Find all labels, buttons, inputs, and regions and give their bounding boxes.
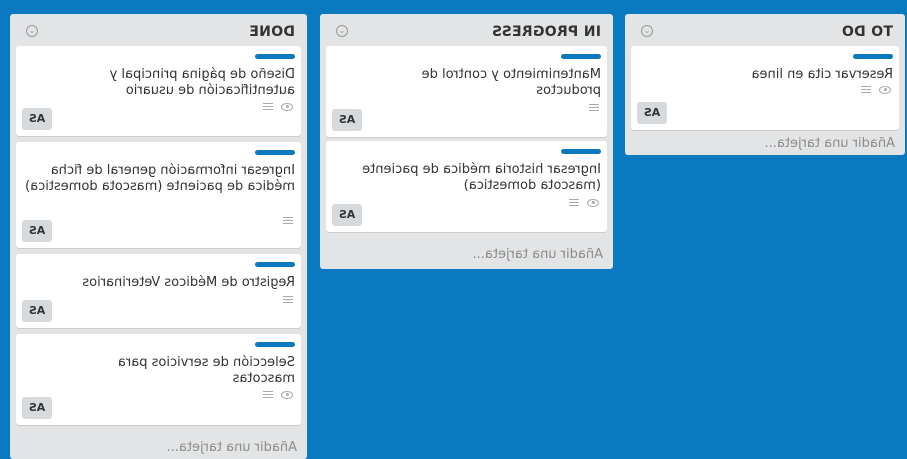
card-historia-medica[interactable]: Ingresar historia médica de paciente (ma… bbox=[326, 141, 607, 232]
description-icon bbox=[283, 296, 293, 304]
chevron-down-icon[interactable]: ⌄ bbox=[336, 25, 348, 37]
card-title: Ingresar información general de ficha mé… bbox=[25, 163, 295, 194]
card-badges bbox=[589, 104, 599, 112]
add-card-button[interactable]: Añadir una tarjeta... bbox=[633, 136, 896, 151]
add-card-button[interactable]: Añadir una tarjeta... bbox=[328, 247, 604, 262]
avatar[interactable]: AS bbox=[22, 397, 52, 419]
watch-icon bbox=[587, 199, 599, 207]
card-badges bbox=[283, 217, 293, 225]
description-icon bbox=[263, 391, 273, 399]
list-title[interactable]: IN PROGRESS bbox=[492, 24, 601, 40]
list-title[interactable]: TO DO bbox=[842, 24, 893, 40]
avatar[interactable]: AS bbox=[332, 109, 362, 131]
watch-icon bbox=[281, 103, 293, 111]
list-todo: TO DO ⌄ Reservar cita en linea AS Añadir… bbox=[625, 14, 905, 155]
card-reservar-cita[interactable]: Reservar cita en linea AS bbox=[631, 46, 899, 130]
watch-icon bbox=[281, 391, 293, 399]
watch-icon bbox=[879, 86, 891, 94]
avatar[interactable]: AS bbox=[332, 204, 362, 226]
card-badges bbox=[283, 296, 293, 304]
list-done: DONE ⌄ Diseño de página principal y aute… bbox=[10, 14, 307, 459]
card-informacion-general[interactable]: Ingresar información general de ficha mé… bbox=[16, 142, 301, 248]
card-badges bbox=[861, 86, 891, 94]
card-label[interactable] bbox=[561, 149, 601, 154]
list-in-progress: IN PROGRESS ⌄ Mantenimiento y control de… bbox=[320, 14, 613, 269]
card-seleccion-servicios[interactable]: Selección de servicios para mascotas AS bbox=[16, 334, 301, 425]
card-title: Selección de servicios para mascotas bbox=[117, 355, 295, 386]
avatar[interactable]: AS bbox=[22, 300, 52, 322]
card-title: Ingresar historia médica de paciente (ma… bbox=[362, 162, 601, 193]
description-icon bbox=[861, 86, 871, 94]
chevron-down-icon[interactable]: ⌄ bbox=[641, 25, 653, 37]
board: TO DO ⌄ Reservar cita en linea AS Añadir… bbox=[0, 0, 907, 459]
add-card-button[interactable]: Añadir una tarjeta... bbox=[18, 440, 298, 455]
description-icon bbox=[283, 217, 293, 225]
avatar[interactable]: AS bbox=[637, 102, 667, 124]
card-label[interactable] bbox=[561, 54, 601, 59]
avatar[interactable]: AS bbox=[22, 108, 52, 130]
chevron-down-icon[interactable]: ⌄ bbox=[26, 25, 38, 37]
card-title: Mantenimiento y control de productos bbox=[421, 67, 601, 98]
card-label[interactable] bbox=[255, 262, 295, 267]
card-title: Reservar cita en linea bbox=[751, 67, 893, 82]
card-mantenimiento[interactable]: Mantenimiento y control de productos AS bbox=[326, 46, 607, 137]
description-icon bbox=[589, 104, 599, 112]
card-badges bbox=[263, 391, 293, 399]
card-badges bbox=[569, 199, 599, 207]
description-icon bbox=[569, 199, 579, 207]
description-icon bbox=[263, 103, 273, 111]
avatar[interactable]: AS bbox=[22, 220, 52, 242]
card-label[interactable] bbox=[255, 342, 295, 347]
card-label[interactable] bbox=[853, 54, 893, 59]
card-badges bbox=[263, 103, 293, 111]
card-label[interactable] bbox=[255, 150, 295, 155]
card-label[interactable] bbox=[255, 54, 295, 59]
card-registro-medicos[interactable]: Registro de Médicos Veterinarios AS bbox=[16, 254, 301, 328]
card-title: Diseño de página principal y autentifica… bbox=[109, 67, 295, 98]
card-diseno-pagina[interactable]: Diseño de página principal y autentifica… bbox=[16, 46, 301, 136]
card-title: Registro de Médicos Veterinarios bbox=[82, 275, 295, 290]
list-title[interactable]: DONE bbox=[249, 24, 295, 40]
